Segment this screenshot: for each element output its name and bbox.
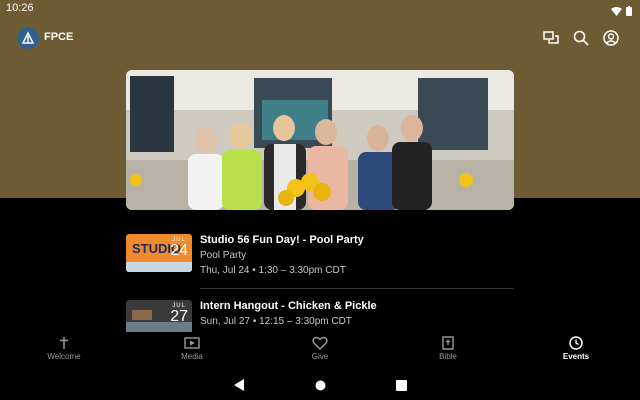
date-day: 24	[170, 242, 188, 259]
recents-icon[interactable]	[395, 379, 407, 391]
church-logo[interactable]	[17, 27, 39, 49]
logo-icon	[21, 31, 35, 44]
event-thumbnail: STUDIO JUL 24	[126, 234, 192, 272]
bottom-navigation: Welcome Media Give Bible Events	[0, 332, 640, 368]
chat-icon[interactable]	[542, 29, 560, 47]
nav-label: Give	[311, 352, 329, 361]
search-icon[interactable]	[572, 29, 590, 47]
status-icons	[611, 3, 632, 21]
group-photo	[126, 70, 514, 210]
status-bar: 10:26	[0, 0, 640, 16]
event-item[interactable]: STUDIO JUL 24 Studio 56 Fun Day! - Pool …	[126, 228, 514, 289]
date-day: 27	[170, 308, 188, 325]
date-badge: JUL 24	[170, 237, 188, 259]
event-title: Intern Hangout - Chicken & Pickle	[200, 300, 377, 312]
app-title: FPCE	[44, 31, 74, 43]
event-datetime: Thu, Jul 24 • 1:30 – 3:30pm CDT	[200, 265, 346, 276]
event-subtitle: Pool Party	[200, 250, 247, 261]
featured-event-banner[interactable]	[126, 70, 514, 210]
event-datetime: Sun, Jul 27 • 12:15 – 3:30pm CDT	[200, 316, 352, 327]
divider	[200, 288, 514, 289]
wifi-icon	[611, 3, 622, 21]
nav-label: Media	[181, 352, 203, 361]
account-icon[interactable]	[602, 29, 620, 47]
date-badge: JUL 27	[170, 303, 188, 325]
nav-media[interactable]: Media	[128, 332, 256, 368]
system-navigation	[0, 370, 640, 400]
nav-bible[interactable]: Bible	[384, 332, 512, 368]
event-title: Studio 56 Fun Day! - Pool Party	[200, 234, 364, 246]
home-icon[interactable]	[315, 380, 326, 391]
back-icon[interactable]	[233, 379, 245, 391]
nav-label: Welcome	[47, 352, 81, 361]
app-bar: FPCE	[0, 24, 640, 52]
bible-icon	[442, 336, 454, 350]
battery-icon	[626, 3, 632, 21]
clock-icon	[569, 336, 583, 350]
nav-give[interactable]: Give	[256, 332, 384, 368]
cross-icon	[60, 337, 68, 349]
nav-welcome[interactable]: Welcome	[0, 332, 128, 368]
heart-icon	[312, 336, 328, 350]
status-time: 10:26	[6, 2, 34, 14]
nav-label: Bible	[439, 352, 457, 361]
media-icon	[184, 337, 200, 349]
nav-events[interactable]: Events	[512, 332, 640, 368]
nav-label: Events	[562, 352, 590, 361]
